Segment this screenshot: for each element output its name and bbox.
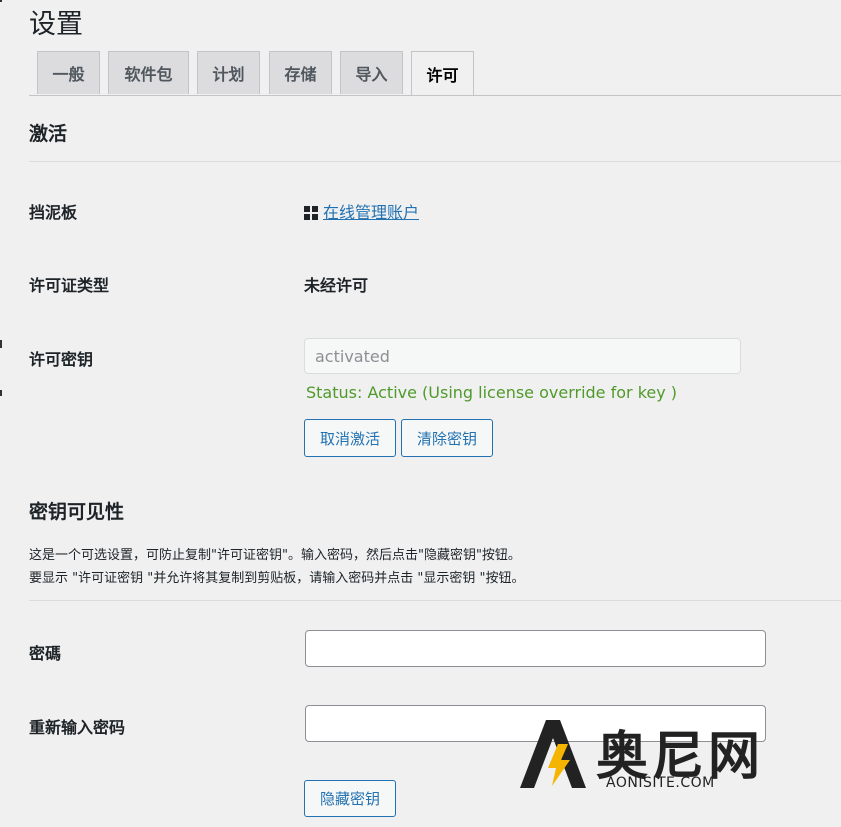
license-type-label: 许可证类型 — [29, 276, 110, 295]
license-type-value: 未经许可 — [304, 276, 369, 295]
manage-account-link-text[interactable]: 在线管理账户 — [323, 199, 419, 223]
hide-key-button[interactable]: 隐藏密钥 — [304, 780, 396, 817]
left-edge-mark — [0, 0, 2, 2]
license-key-input[interactable] — [304, 338, 741, 374]
manage-account-link[interactable]: 在线管理账户 — [304, 199, 419, 223]
tab-license[interactable]: 许可 — [411, 51, 474, 96]
license-key-label: 许可密钥 — [29, 350, 94, 369]
dashboard-grid-icon — [304, 205, 318, 220]
visibility-description-line2: 要显示 "许可证密钥 "并允许将其复制到剪贴板，请输入密码并点击 "显示密钥 "… — [29, 571, 525, 586]
dashboard-label: 挡泥板 — [29, 203, 78, 222]
left-edge — [0, 0, 3, 827]
left-edge-mark — [0, 390, 2, 396]
tab-import[interactable]: 导入 — [340, 51, 403, 94]
visibility-section-title: 密钥可见性 — [29, 501, 125, 523]
retype-password-label: 重新输入密码 — [29, 718, 126, 737]
watermark-logo-icon — [520, 720, 586, 788]
visibility-description-line1: 这是一个可选设置，可防止复制"许可证密钥"。输入密码，然后点击"隐藏密钥"按钮。 — [29, 548, 521, 563]
password-label: 密碼 — [29, 644, 62, 663]
left-edge-mark — [0, 340, 2, 348]
site-watermark: 奥尼网 AONISITE.COM — [514, 714, 814, 814]
section-divider — [29, 161, 841, 162]
tab-general[interactable]: 一般 — [37, 51, 100, 94]
tab-storage[interactable]: 存储 — [269, 51, 332, 94]
tabs-divider — [29, 95, 841, 96]
deactivate-button[interactable]: 取消激活 — [304, 419, 396, 457]
tab-schedule[interactable]: 计划 — [197, 51, 260, 94]
activation-section-title: 激活 — [29, 123, 68, 145]
page-title: 设置 — [29, 9, 83, 40]
clear-key-button[interactable]: 清除密钥 — [401, 419, 493, 457]
password-input[interactable] — [305, 630, 766, 667]
tab-packages[interactable]: 软件包 — [108, 51, 189, 94]
watermark-subtext: AONISITE.COM — [606, 775, 715, 791]
license-status-text: Status: Active (Using license override f… — [306, 383, 678, 402]
section-divider — [29, 600, 841, 601]
